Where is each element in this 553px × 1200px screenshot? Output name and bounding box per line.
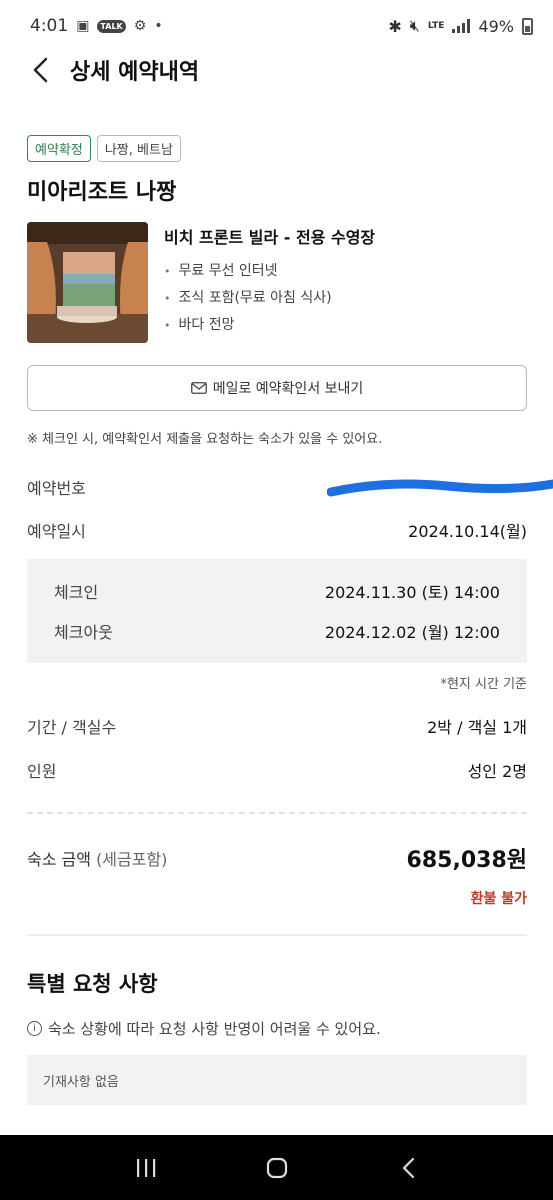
recent-apps-button[interactable] — [126, 1148, 166, 1188]
price-row: 숙소 금액 (세금포함) 685,038원 — [27, 842, 527, 874]
period-value: 2박 / 객실 1개 — [427, 718, 527, 737]
status-time: 4:01 — [30, 16, 69, 36]
reservation-number-label: 예약번호 — [27, 479, 86, 498]
talk-icon: TALK — [97, 19, 126, 33]
redaction-scribble — [327, 479, 553, 497]
reservation-detail: 예약확정 나짱, 베트남 미아리조트 나짱 비치 프론트 빌라 - 전용 수영장 — [27, 135, 553, 1105]
guests-row: 인원 성인 2명 — [27, 758, 527, 782]
system-nav-bar — [0, 1135, 553, 1200]
amenity-item: 조식 포함(무료 아침 식사) — [164, 285, 375, 312]
price-label: 숙소 금액 (세금포함) — [27, 846, 167, 870]
special-request-box: 기재사항 없음 — [27, 1055, 527, 1105]
refund-status: 환불 불가 — [470, 891, 527, 907]
price-value: 685,038원 — [406, 848, 527, 873]
special-request-info-text: 숙소 상황에 따라 요청 사항 반영이 어려울 수 있어요. — [48, 1020, 381, 1038]
amenity-item: 무료 무선 인터넷 — [164, 258, 375, 285]
back-nav-button[interactable] — [388, 1148, 428, 1188]
settings-gear-icon: ⚙ — [133, 18, 147, 34]
checkout-value: 2024.12.02 (월) 12:00 — [324, 623, 500, 642]
price-label-main: 숙소 금액 — [27, 850, 91, 869]
app-header: 상세 예약내역 — [0, 48, 553, 92]
home-button[interactable] — [257, 1148, 297, 1188]
chevron-left-icon — [33, 57, 48, 83]
stay-box: 체크인 2024.11.30 (토) 14:00 체크아웃 2024.12.02… — [27, 559, 527, 663]
recent-apps-icon — [136, 1158, 155, 1177]
checkout-label: 체크아웃 — [54, 623, 113, 642]
battery-percent: 49% — [478, 16, 514, 36]
special-request-info: i 숙소 상황에 따라 요청 사항 반영이 어려울 수 있어요. — [27, 1018, 527, 1039]
amenity-list: 무료 무선 인터넷 조식 포함(무료 아침 식사) 바다 전망 — [164, 258, 375, 339]
room-info: 비치 프론트 빌라 - 전용 수영장 무료 무선 인터넷 조식 포함(무료 아침… — [164, 222, 375, 343]
info-icon: i — [27, 1021, 42, 1036]
bluetooth-icon: ✱ — [388, 16, 402, 36]
reservation-date-value: 2024.10.14(월) — [408, 522, 527, 541]
checkout-row: 체크아웃 2024.12.02 (월) 12:00 — [54, 619, 500, 643]
dot-icon: • — [154, 18, 163, 34]
battery-icon — [522, 17, 533, 35]
dashed-divider — [27, 812, 527, 814]
mute-icon: 🔇︎ — [409, 16, 420, 35]
guests-label: 인원 — [27, 762, 57, 781]
room-summary: 비치 프론트 빌라 - 전용 수영장 무료 무선 인터넷 조식 포함(무료 아침… — [27, 222, 527, 343]
section-divider — [27, 934, 527, 936]
home-icon — [266, 1157, 287, 1178]
special-request-title: 특별 요청 사항 — [27, 972, 158, 996]
gallery-icon: ▣ — [76, 18, 90, 34]
back-button[interactable] — [32, 55, 56, 85]
send-email-button[interactable]: 메일로 예약확인서 보내기 — [27, 365, 527, 411]
checkin-label: 체크인 — [54, 583, 99, 602]
special-request-value: 기재사항 없음 — [43, 1074, 119, 1090]
period-label: 기간 / 객실수 — [27, 718, 117, 737]
amenity-item: 바다 전망 — [164, 312, 375, 339]
guests-value: 성인 2명 — [467, 762, 527, 781]
location-badge: 나짱, 베트남 — [96, 135, 181, 162]
room-title: 비치 프론트 빌라 - 전용 수영장 — [164, 228, 376, 247]
reservation-number-row: 예약번호 — [27, 474, 553, 500]
signal-icon — [452, 19, 471, 33]
page-title: 상세 예약내역 — [70, 60, 200, 85]
checkin-row: 체크인 2024.11.30 (토) 14:00 — [54, 579, 500, 603]
reservation-date-row: 예약일시 2024.10.14(월) — [27, 517, 527, 543]
room-photo[interactable] — [27, 222, 148, 343]
period-row: 기간 / 객실수 2박 / 객실 1개 — [27, 714, 527, 738]
back-arrow-icon — [402, 1157, 414, 1178]
status-badge: 예약확정 — [27, 135, 91, 162]
status-bar: 4:01 ▣ TALK ⚙ • ✱ 🔇︎ LTE 49% — [0, 0, 553, 52]
mail-icon — [190, 382, 207, 394]
checkin-value: 2024.11.30 (토) 14:00 — [324, 583, 500, 602]
lte-icon: LTE — [427, 20, 445, 31]
checkin-note: ※ 체크인 시, 예약확인서 제출을 요청하는 숙소가 있을 수 있어요. — [27, 432, 383, 447]
timezone-note: *현지 시간 기준 — [440, 677, 527, 692]
reservation-date-label: 예약일시 — [27, 522, 86, 541]
hotel-name: 미아리조트 나짱 — [27, 180, 177, 205]
price-label-sub: (세금포함) — [96, 850, 168, 869]
send-email-label: 메일로 예약확인서 보내기 — [212, 381, 364, 397]
tag-list: 예약확정 나짱, 베트남 — [27, 135, 527, 162]
